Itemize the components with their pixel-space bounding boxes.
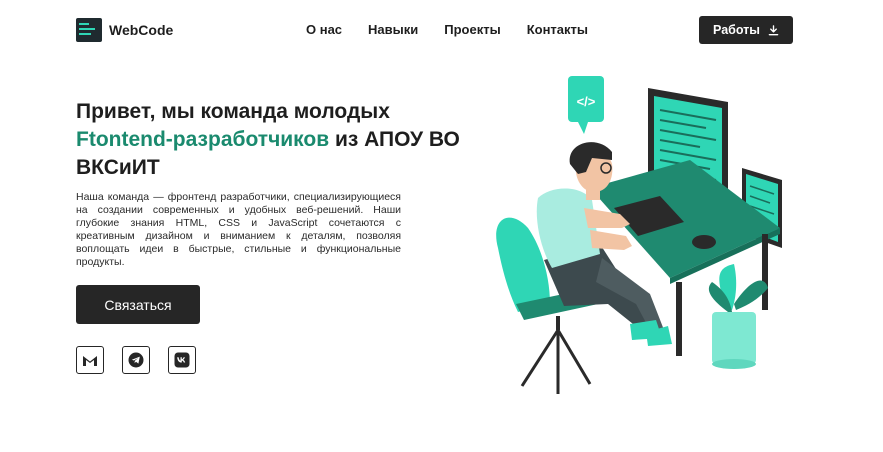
hero-title-accent: Ftontend-разработчиков bbox=[76, 128, 330, 151]
brand-name: WebCode bbox=[109, 22, 174, 38]
nav-projects[interactable]: Проекты bbox=[444, 22, 500, 37]
telegram-link[interactable] bbox=[122, 346, 150, 374]
main-nav: О нас Навыки Проекты Контакты bbox=[306, 22, 588, 37]
vk-icon bbox=[174, 352, 190, 368]
works-button-label: Работы bbox=[713, 23, 760, 37]
works-button[interactable]: Работы bbox=[699, 16, 793, 44]
nav-about[interactable]: О нас bbox=[306, 22, 342, 37]
download-icon bbox=[768, 24, 779, 35]
contact-button[interactable]: Связаться bbox=[76, 285, 200, 324]
gmail-icon bbox=[83, 355, 97, 366]
nav-contacts[interactable]: Контакты bbox=[527, 22, 588, 37]
vk-link[interactable] bbox=[168, 346, 196, 374]
social-links bbox=[76, 346, 196, 374]
logo-icon bbox=[76, 18, 102, 42]
hero-title: Привет, мы команда молодых Ftontend-разр… bbox=[76, 98, 476, 182]
hero-description: Наша команда — фронтенд разработчики, сп… bbox=[76, 191, 401, 268]
svg-text:</>: </> bbox=[577, 94, 596, 109]
code-bubble-icon: </> bbox=[568, 76, 604, 134]
site-header: WebCode О нас Навыки Проекты Контакты Ра… bbox=[0, 0, 883, 60]
hero-title-greeting: Привет, bbox=[76, 100, 156, 123]
nav-skills[interactable]: Навыки bbox=[368, 22, 418, 37]
logo[interactable]: WebCode bbox=[76, 18, 173, 42]
gmail-link[interactable] bbox=[76, 346, 104, 374]
hero-title-part1: мы команда молодых bbox=[155, 100, 390, 123]
plant-icon bbox=[708, 264, 768, 369]
developer-illustration: </> bbox=[496, 76, 782, 394]
telegram-icon bbox=[128, 352, 144, 368]
